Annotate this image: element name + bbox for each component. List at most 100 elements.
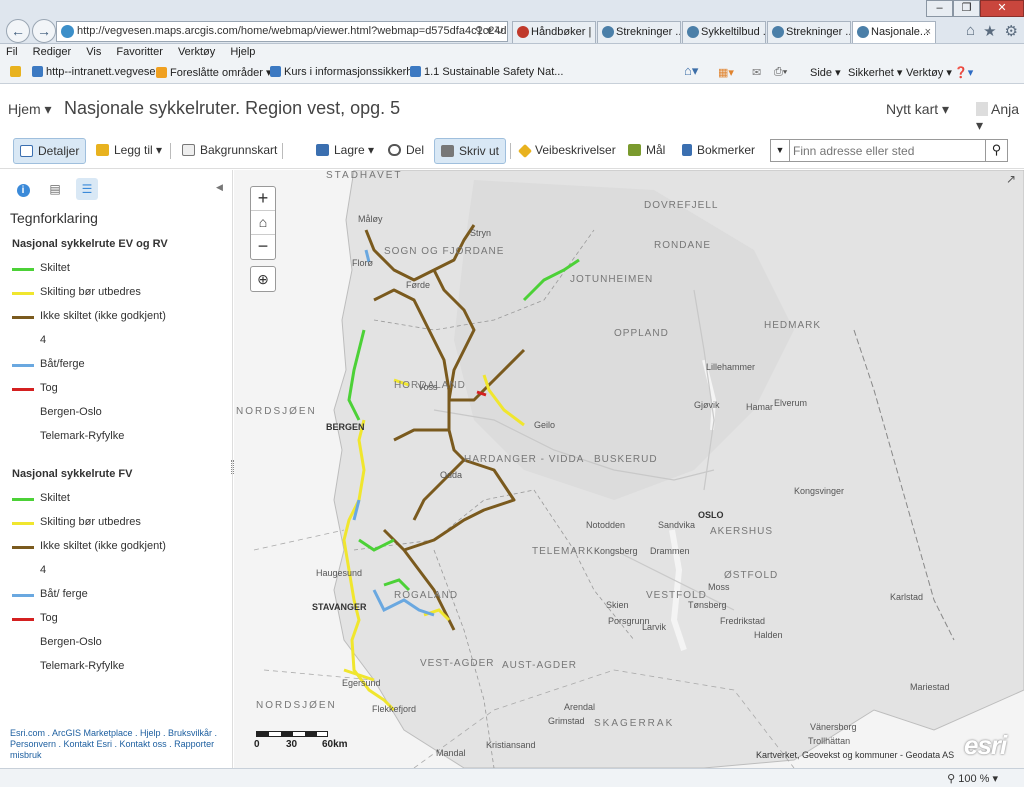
search-input[interactable] [793,142,983,159]
legend-swatch [12,388,34,391]
bookmarks-button[interactable]: Bokmerker [676,138,761,164]
directions-button[interactable]: Veibeskrivelser [514,138,622,164]
mail-icon[interactable]: ✉ [752,66,761,79]
legend-label: Tog [40,382,58,394]
menu-view[interactable]: Vis [80,44,107,58]
menu-tools[interactable]: Verktøy [172,44,221,58]
map-label: Måløy [358,214,383,224]
basemap-button[interactable]: Bakgrunnskart [176,138,283,164]
collapse-panel-icon[interactable]: ◀ [216,182,223,193]
legend-swatch [12,594,34,597]
fav-intranett[interactable]: http--intranett.vegvesen [32,66,162,78]
tab-content[interactable]: ▤ [44,178,66,200]
cmd-security[interactable]: Sikkerhet ▾ [848,66,902,79]
tab-close-icon[interactable]: × [925,22,931,42]
magnifier-icon: ⚲ [947,773,959,785]
map-label: NORDSJØEN [236,406,317,417]
gear-icon[interactable]: ⚙ [1005,22,1018,40]
tab-nasjonale[interactable]: Nasjonale... × [852,21,936,43]
rss-icon[interactable]: ▦▾ [718,66,734,79]
print-icon[interactable]: ⎙▾ [774,66,787,79]
fav-page-icon [32,66,43,77]
map-label: Kristiansand [486,740,536,750]
directions-icon [517,143,533,159]
scale-label: 0 [254,739,260,750]
tab-strekninger-1[interactable]: Strekninger ... [597,21,681,43]
tab-handboker[interactable]: Håndbøker | ... [512,21,596,43]
star-icon[interactable]: ★ [983,22,996,40]
map-label: Voss [418,382,438,392]
toolbar-divider [510,143,511,159]
favorites-star-icon[interactable] [10,66,24,78]
home-extent-button[interactable]: ⌂ [251,211,275,235]
back-button[interactable]: ← [6,19,30,43]
legend-label: Ikke skiltet (ikke godkjent) [40,310,166,322]
details-button[interactable]: Detaljer [13,138,87,164]
app-header: Hjem ▾ Nasjonale sykkelruter. Region ves… [0,85,1024,134]
minimize-button[interactable]: – [926,0,953,17]
cmd-tools[interactable]: Verktøy ▾ [906,66,952,79]
user-menu[interactable]: Anja ▾ [976,101,1024,134]
save-icon [316,144,329,156]
legend-swatch [12,292,34,295]
restore-button[interactable]: ❐ [953,0,980,17]
forward-button[interactable]: → [32,19,56,43]
menu-edit[interactable]: Rediger [27,44,78,58]
locate-button[interactable]: ⊕ [250,266,276,292]
help-icon[interactable]: ❓▾ [954,66,973,79]
share-button[interactable]: Del [382,138,430,164]
close-window-button[interactable]: ✕ [980,0,1024,17]
map-attribution: Kartverket, Geovekst og kommuner - Geoda… [756,750,955,760]
new-map-menu[interactable]: Nytt kart ▾ [886,101,949,118]
menu-file[interactable]: Fil [0,44,24,58]
tab-about[interactable]: i [12,178,34,200]
home-icon[interactable]: ⌂ [966,22,975,40]
tab-legend[interactable]: ☰ [76,178,98,200]
tab-sykkeltilbud[interactable]: Sykkeltilbud ... [682,21,766,43]
add-button[interactable]: Legg til ▾ [90,138,168,164]
ruler-icon [628,144,641,156]
bookmarks-label: Bokmerker [697,143,756,157]
search-source-dropdown[interactable]: ▼ [771,140,790,161]
measure-button[interactable]: Mål [622,138,671,164]
map-label: Drammen [650,546,690,556]
address-bar[interactable]: http://vegvesen.maps.arcgis.com/home/web… [56,21,508,42]
map-label: Sandvika [658,520,696,530]
zoom-in-button[interactable]: + [251,187,275,211]
browser-right-icons: ⌂ ★ ⚙ [966,22,1018,40]
map-label: SOGN OG FJORDANE [384,246,505,257]
map-label: OPPLAND [614,328,669,339]
tab-favicon [857,26,869,38]
search-refresh-icon[interactable]: ⚲ ▾ ↻ [475,22,504,41]
home-menu[interactable]: Hjem ▾ [8,101,52,118]
fav-suggested[interactable]: Foreslåtte områder ▾ [156,66,272,79]
zoom-out-button[interactable]: − [251,235,275,259]
expand-icon[interactable]: ↗ [1006,172,1016,186]
map-label: JOTUNHEIMEN [570,274,654,285]
legend-label: Skiltet [40,262,70,274]
search-icon[interactable]: ⚲ [985,140,1007,161]
esri-logo[interactable]: esri [964,730,1016,764]
fav-sustainable[interactable]: 1.1 Sustainable Safety Nat... [410,66,563,78]
grid-icon [182,144,195,156]
page-title: Nasjonale sykkelruter. Region vest, opg.… [64,98,401,118]
zoom-level[interactable]: ⚲ 100 % ▾ [947,772,998,785]
cmd-page[interactable]: Side ▾ [810,66,841,79]
legend-label: Båt/ferge [40,358,85,370]
map-label: Porsgrunn [608,616,650,626]
directions-label: Veibeskrivelser [535,143,616,157]
map-label: Førde [406,280,431,290]
print-button[interactable]: Skriv ut [434,138,507,164]
sidebar: i ▤ ☰ ◀ Tegnforklaring Nasjonal sykkelru… [0,170,233,768]
legend-swatch [12,268,34,271]
menu-help[interactable]: Hjelp [224,44,261,58]
map-view[interactable]: STADHAVET NORDSJØEN NORDSJØEN SKAGERRAK … [234,170,1024,768]
home-cmd-icon[interactable]: ⌂▾ [684,63,698,79]
sidebar-footer-links[interactable]: Esri.com . ArcGIS Marketplace . Hjelp . … [10,728,225,761]
fav-kurs[interactable]: Kurs i informasjonssikkerh... [270,66,422,78]
printer-icon [441,145,454,157]
save-button[interactable]: Lagre ▾ [310,138,380,164]
menu-favorites[interactable]: Favoritter [110,44,168,58]
tab-strekninger-2[interactable]: Strekninger ... [767,21,851,43]
fav-label: http--intranett.vegvesen [46,66,162,78]
